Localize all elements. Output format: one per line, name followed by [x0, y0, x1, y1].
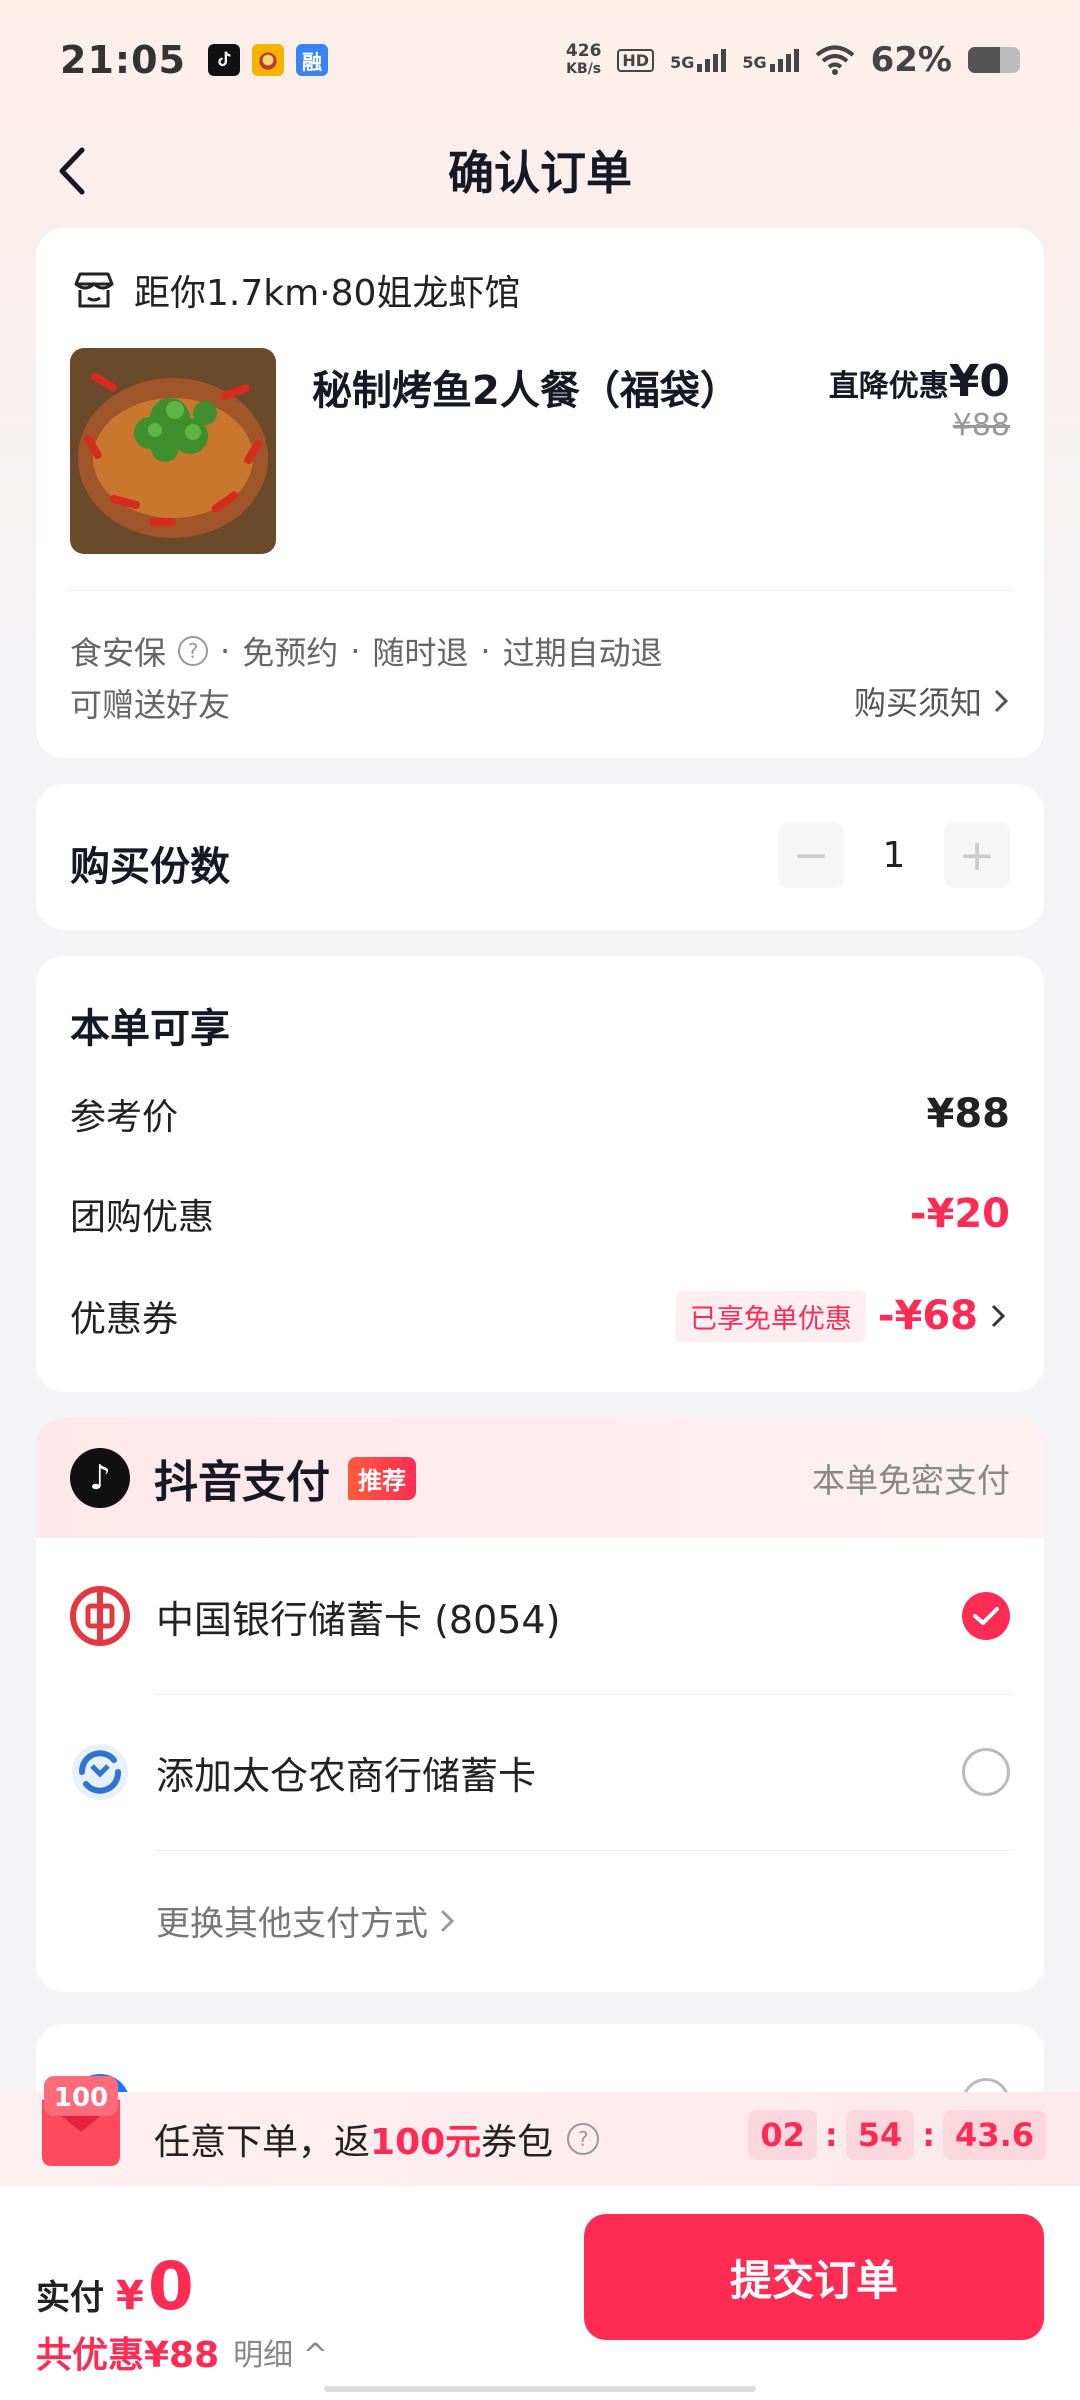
hd-icon: HD	[617, 48, 655, 72]
tiktok-icon	[207, 44, 240, 76]
group-discount-row: 团购优惠 -¥20	[70, 1191, 1010, 1238]
increase-button[interactable]: +	[944, 822, 1010, 888]
chevron-right-icon	[991, 1304, 1006, 1328]
page-title: 确认订单	[448, 146, 632, 200]
notification-icons: 融	[207, 44, 328, 76]
home-indicator[interactable]	[324, 2386, 756, 2392]
tag-auto-refund: 过期自动退	[502, 634, 663, 672]
gift-text: 可赠送好友	[70, 686, 231, 724]
store-icon	[74, 272, 114, 308]
status-time: 21:05	[60, 38, 186, 82]
help-icon[interactable]: ?	[178, 636, 209, 666]
coupon-row[interactable]: 优惠券 已享免单优惠 -¥68	[70, 1290, 1010, 1342]
timer-hours: 02	[748, 2110, 817, 2160]
product-name: 秘制烤鱼2人餐（福袋）	[312, 368, 740, 414]
service-tags: 食安保 ? · 免预约 · 随时退 · 过期自动退	[70, 628, 663, 674]
coupon-pack-icon: 100	[42, 2076, 120, 2166]
promo-banner[interactable]: 100 任意下单，返100元券包 ? 02 : 54 : 43.6	[0, 2076, 1080, 2186]
quantity-card: 购买份数 − 1 +	[36, 784, 1044, 930]
chevron-up-icon: ^	[302, 2338, 328, 2373]
help-icon[interactable]: ?	[567, 2123, 600, 2155]
battery-percent: 62%	[870, 40, 952, 80]
pay-option-label: 中国银行储蓄卡 (8054)	[156, 1597, 561, 1642]
boc-icon	[70, 1586, 130, 1646]
page-header: 确认订单	[0, 120, 1080, 220]
douyin-pay-icon: ♪	[70, 1448, 130, 1508]
reference-price-value: ¥88	[926, 1091, 1011, 1137]
payment-header: ♪ 抖音支付 推荐 本单免密支付	[36, 1418, 1044, 1538]
submit-order-button[interactable]: 提交订单	[584, 2214, 1044, 2340]
chevron-right-icon	[440, 1909, 455, 1932]
product-card: 距你1.7km·80姐龙虾馆 秘制烤鱼2人餐（福袋） 直降优惠 ¥0 ¥88 食…	[36, 228, 1044, 758]
decrease-button[interactable]: −	[778, 822, 844, 888]
quantity-label: 购买份数	[70, 844, 230, 890]
signal-1-icon: 5G	[670, 48, 727, 72]
chevron-right-icon	[994, 689, 1009, 713]
payment-subtitle: 本单免密支付	[812, 1461, 1010, 1500]
tag-no-reservation: 免预约	[242, 634, 339, 672]
group-discount-value: -¥20	[909, 1191, 1010, 1237]
discount-value: ¥0	[948, 356, 1010, 407]
quantity-stepper: − 1 +	[778, 822, 1010, 888]
discounts-card: 本单可享 参考价 ¥88 团购优惠 -¥20 优惠券 已享免单优惠 -¥68	[36, 956, 1044, 1392]
coupon-tag: 已享免单优惠	[675, 1290, 866, 1342]
product-image[interactable]	[70, 348, 276, 554]
more-payment-methods[interactable]: 更换其他支付方式	[156, 1896, 456, 1945]
pay-option-boc[interactable]: 中国银行储蓄卡 (8054)	[70, 1538, 1010, 1694]
total-saved: 共优惠¥88 明细 ^	[36, 2326, 328, 2378]
promo-text: 任意下单，返100元券包 ?	[154, 2113, 600, 2165]
tag-food-safety: 食安保	[70, 634, 167, 672]
status-bar: 21:05 融 426 KB/s HD 5G 5G 62%	[0, 0, 1080, 120]
network-speed: 426 KB/s	[565, 41, 602, 77]
coupon-value: -¥68	[877, 1293, 978, 1339]
discounts-title: 本单可享	[70, 1006, 230, 1052]
store-row[interactable]: 距你1.7km·80姐龙虾馆	[72, 264, 520, 316]
payment-amount: 0	[147, 2248, 194, 2325]
battery-icon	[968, 47, 1020, 73]
detail-toggle[interactable]: 明细 ^	[233, 2330, 328, 2374]
taicang-bank-icon	[70, 1742, 130, 1802]
recommend-badge: 推荐	[348, 1456, 416, 1500]
bottom-bar: 实付 ¥ 0 共优惠¥88 明细 ^ 提交订单	[0, 2186, 1080, 2400]
tag-separator: ·	[220, 632, 231, 670]
actual-payment: 实付 ¥ 0	[36, 2248, 194, 2325]
payment-title: 抖音支付	[154, 1457, 330, 1508]
store-name: 距你1.7km·80姐龙虾馆	[134, 273, 521, 314]
quantity-value: 1	[882, 834, 906, 876]
radio-unselected[interactable]	[962, 1748, 1010, 1796]
pay-option-label: 添加太仓农商行储蓄卡	[156, 1753, 537, 1798]
tag-refund-anytime: 随时退	[372, 634, 469, 672]
tag-separator: ·	[350, 632, 361, 670]
timer-seconds: 43.6	[943, 2110, 1046, 2160]
divider	[70, 590, 1010, 591]
pay-option-taicang[interactable]: 添加太仓农商行储蓄卡	[70, 1694, 1010, 1850]
price-discount: 直降优惠 ¥0	[828, 356, 1010, 407]
reference-price-row: 参考价 ¥88	[70, 1091, 1011, 1138]
purchase-notice-link[interactable]: 购买须知	[854, 678, 1010, 724]
status-indicators: 426 KB/s HD 5G 5G 62%	[566, 40, 1020, 80]
signal-2-icon: 5G	[742, 48, 799, 72]
countdown-timer: 02 : 54 : 43.6	[748, 2110, 1046, 2160]
radio-selected[interactable]	[962, 1592, 1010, 1640]
timer-minutes: 54	[845, 2110, 915, 2160]
tag-separator: ·	[480, 632, 491, 670]
original-price: ¥88	[952, 408, 1010, 443]
bank-app-icon: 融	[295, 44, 328, 76]
chevron-left-icon[interactable]	[44, 136, 114, 206]
payment-card: ♪ 抖音支付 推荐 本单免密支付 中国银行储蓄卡 (8054) 添加太仓农商行储…	[36, 1418, 1044, 1992]
game-icon	[251, 44, 284, 76]
wifi-icon	[815, 45, 854, 75]
divider	[156, 1850, 1010, 1851]
svg-text:100: 100	[54, 2083, 108, 2113]
